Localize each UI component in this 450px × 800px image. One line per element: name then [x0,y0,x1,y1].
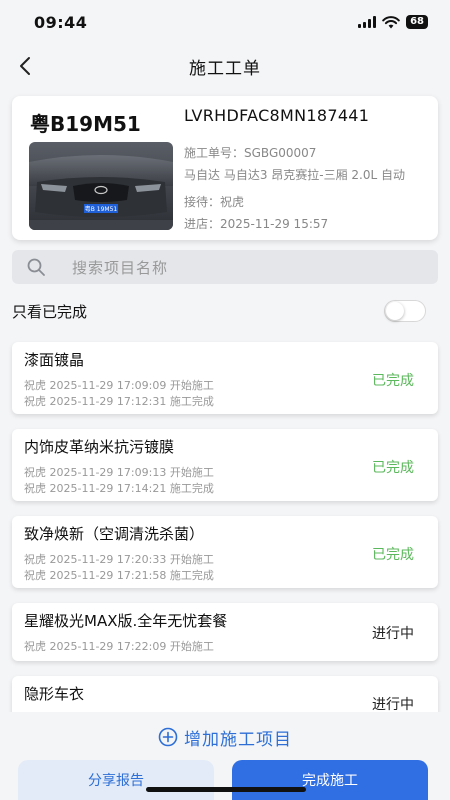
task-status: 进行中 [372,626,414,642]
page-title: 施工工单 [189,58,261,79]
wifi-icon [382,15,400,28]
search-icon [27,258,45,276]
task-name: 隐形车衣 [24,685,85,703]
task-status: 已完成 [372,460,414,476]
add-item-label: 增加施工项目 [184,729,292,750]
status-time: 09:44 [34,12,88,32]
only-completed-label: 只看已完成 [12,302,88,321]
filter-row: 只看已完成 [12,296,438,326]
task-log-finish: 祝虎 2025-11-29 17:12:31 施工完成 [24,395,214,408]
toggle-knob [386,302,404,320]
task-log-start: 祝虎 2025-11-29 17:09:13 开始施工 [24,466,214,479]
task-card[interactable]: 致净焕新（空调清洗杀菌） 祝虎 2025-11-29 17:20:33 开始施工… [12,516,438,588]
task-name: 漆面镀晶 [24,351,85,369]
share-report-button[interactable]: 分享报告 [18,760,214,800]
task-log-start: 祝虎 2025-11-29 17:09:09 开始施工 [24,379,214,392]
car-photo[interactable]: 粤B 19M51 [29,142,173,230]
add-item-button[interactable]: 增加施工项目 [0,724,450,750]
cellular-signal-icon [358,16,377,28]
task-log-start: 祝虎 2025-11-29 17:22:09 开始施工 [24,640,214,653]
receptionist: 接待：祝虎 [184,195,245,209]
entry-time: 进店：2025-11-29 15:57 [184,217,329,231]
task-name: 内饰皮革纳米抗污镀膜 [24,438,175,456]
task-card[interactable]: 星耀极光MAX版.全年无忧套餐 祝虎 2025-11-29 17:22:09 开… [12,603,438,661]
task-name: 致净焕新（空调清洗杀菌） [24,525,205,543]
status-bar: 09:44 68 [0,0,450,44]
back-arrow-icon[interactable] [14,54,38,78]
vehicle-model: 马自达 马自达3 昂克赛拉-三厢 2.0L 自动 [184,168,405,182]
order-number: 施工单号：SGBG00007 [184,146,317,160]
svg-text:粤B 19M51: 粤B 19M51 [85,205,118,213]
task-status: 已完成 [372,373,414,389]
finish-construction-button[interactable]: 完成施工 [232,760,428,800]
task-status: 已完成 [372,547,414,563]
status-icons: 68 [358,15,428,29]
home-indicator [146,787,306,792]
vin-number: LVRHDFAC8MN187441 [184,106,370,125]
task-card[interactable]: 漆面镀晶 祝虎 2025-11-29 17:09:09 开始施工 祝虎 2025… [12,342,438,414]
task-status: 进行中 [372,697,414,713]
add-circle-icon [158,727,178,747]
task-log-finish: 祝虎 2025-11-29 17:21:58 施工完成 [24,569,214,582]
nav-bar: 施工工单 [0,44,450,88]
task-log-finish: 祝虎 2025-11-29 17:14:21 施工完成 [24,482,214,495]
task-card[interactable]: 内饰皮革纳米抗污镀膜 祝虎 2025-11-29 17:09:13 开始施工 祝… [12,429,438,501]
task-name: 星耀极光MAX版.全年无忧套餐 [24,612,228,630]
only-completed-toggle[interactable] [384,300,426,322]
license-plate: 粤B19M51 [30,112,141,136]
battery-icon: 68 [406,15,428,29]
task-log-start: 祝虎 2025-11-29 17:20:33 开始施工 [24,553,214,566]
search-input[interactable]: 搜索项目名称 [12,250,438,284]
search-placeholder: 搜索项目名称 [72,258,169,277]
vehicle-card: 粤B19M51 LVRHDFAC8MN187441 粤B 19M51 施工单号：… [12,96,438,240]
